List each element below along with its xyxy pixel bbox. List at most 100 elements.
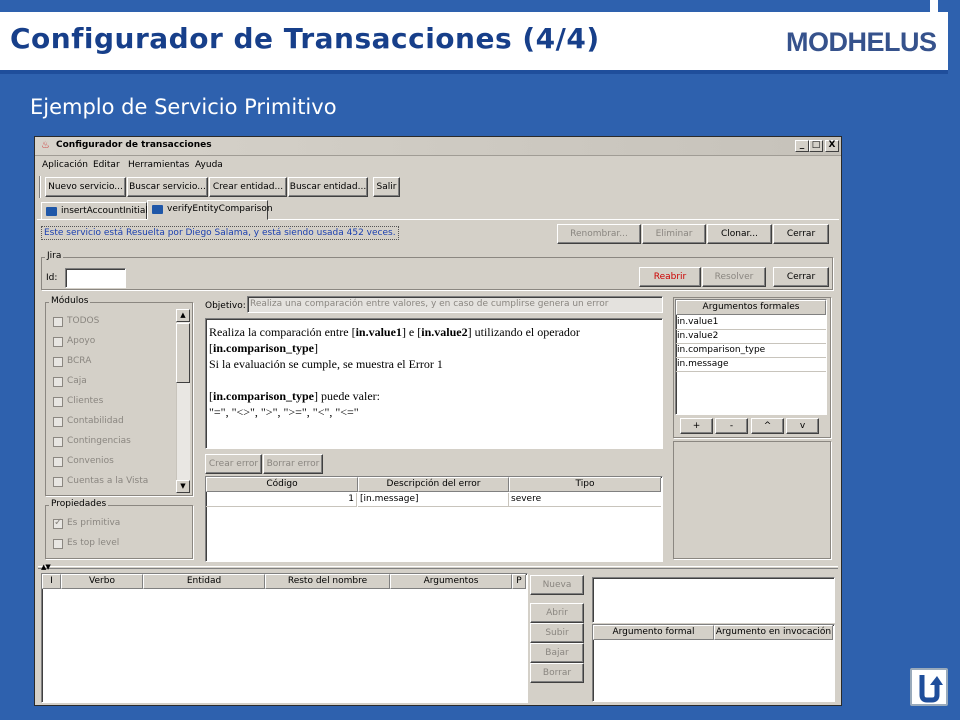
buscar-entidad-button[interactable]: Buscar entidad... [288, 177, 368, 197]
modhelus-logo: MODHELUS [786, 27, 937, 57]
slide-title: Configurador de Transacciones (4/4) [10, 22, 600, 55]
argumento-item[interactable]: in.comparison_type [676, 344, 826, 358]
folder-icon [46, 207, 57, 216]
modulo-label: Convenios [67, 456, 114, 466]
scroll-down-arrow[interactable]: ▼ [176, 480, 190, 493]
jira-id-input[interactable] [65, 268, 126, 288]
crear-error-button[interactable]: Crear error [205, 454, 262, 474]
col-tipo[interactable]: Tipo [509, 477, 661, 492]
argumento-item[interactable]: in.value2 [676, 330, 826, 344]
abrir-step-button[interactable]: Abrir [530, 603, 584, 623]
reabrir-button[interactable]: Reabrir [639, 267, 701, 287]
modulo-checkbox[interactable] [53, 357, 63, 367]
java-icon: ♨ [41, 140, 50, 151]
invocation-text-panel[interactable] [592, 577, 835, 623]
modulos-label: Módulos [49, 296, 91, 306]
modulo-label: BCRA [67, 356, 92, 366]
col-descripcion[interactable]: Descripción del error [358, 477, 509, 492]
app-window: ♨ Configurador de transacciones _ □ X Ap… [34, 136, 842, 706]
modulo-checkbox[interactable] [53, 317, 63, 327]
renombrar-button[interactable]: Renombrar... [557, 224, 641, 244]
modulo-label: Caja [67, 376, 87, 386]
folder-icon [152, 205, 163, 214]
es-top-level-checkbox[interactable] [53, 539, 63, 549]
bajar-step-button[interactable]: Bajar [530, 643, 584, 663]
modulo-label: Contabilidad [67, 416, 124, 426]
borrar-step-button[interactable]: Borrar [530, 663, 584, 683]
remove-arg-button[interactable]: - [715, 418, 748, 434]
splitter[interactable] [38, 566, 838, 569]
argumentos-detail-panel [673, 441, 831, 559]
return-icon [919, 675, 943, 703]
modulos-scrollbar[interactable]: ▲ ▼ [176, 309, 190, 493]
col-p[interactable]: P [512, 574, 526, 589]
nuevo-servicio-button[interactable]: Nuevo servicio... [45, 177, 126, 197]
crear-entidad-button[interactable]: Crear entidad... [209, 177, 287, 197]
buscar-servicio-button[interactable]: Buscar servicio... [127, 177, 208, 197]
window-titlebar: ♨ Configurador de transacciones _ □ X [35, 137, 841, 156]
cerrar-service-button[interactable]: Cerrar [773, 224, 829, 244]
resolver-button[interactable]: Resolver [702, 267, 766, 287]
menu-ayuda[interactable]: Ayuda [195, 160, 223, 170]
menu-editar[interactable]: Editar [93, 160, 120, 170]
modulo-checkbox[interactable] [53, 477, 63, 487]
modulo-label: Apoyo [67, 336, 96, 346]
error-codigo-cell[interactable]: 1 [206, 493, 357, 507]
argumento-item[interactable]: in.message [676, 358, 826, 372]
steps-table [41, 573, 528, 703]
col-argumento-invocacion[interactable]: Argumento en invocación [714, 625, 833, 640]
col-argumento-formal[interactable]: Argumento formal [593, 625, 714, 640]
cerrar-jira-button[interactable]: Cerrar [773, 267, 829, 287]
menu-herramientas[interactable]: Herramientas [128, 160, 189, 170]
objetivo-input[interactable]: Realiza una comparación entre valores, y… [247, 296, 663, 313]
header-strip [0, 70, 948, 74]
es-primitiva-checkbox[interactable] [53, 517, 63, 529]
subir-step-button[interactable]: Subir [530, 623, 584, 643]
modulo-label: Cuentas a la Vista [67, 476, 149, 486]
argumento-item[interactable]: in.value1 [676, 316, 826, 330]
modulo-checkbox[interactable] [53, 397, 63, 407]
eliminar-button[interactable]: Eliminar [642, 224, 706, 244]
minimize-button[interactable]: _ [795, 140, 809, 152]
objetivo-placeholder: Realiza una comparación entre valores, y… [250, 299, 609, 309]
col-i[interactable]: I [42, 574, 61, 589]
argumentos-header[interactable]: Argumentos formales [676, 300, 826, 315]
error-tipo-cell[interactable]: severe [509, 493, 661, 507]
menu-bar: Aplicación Editar Herramientas Ayuda [35, 157, 841, 174]
modulo-checkbox[interactable] [53, 337, 63, 347]
modulo-checkbox[interactable] [53, 457, 63, 467]
splitter-arrows[interactable]: ▲▼ [41, 564, 51, 571]
add-arg-button[interactable]: + [680, 418, 713, 434]
nueva-step-button[interactable]: Nueva [530, 575, 584, 595]
move-arg-up-button[interactable]: ^ [751, 418, 784, 434]
borrar-error-button[interactable]: Borrar error [263, 454, 323, 474]
col-resto-nombre[interactable]: Resto del nombre [265, 574, 390, 589]
tab-label: verifyEntityComparison [167, 204, 273, 214]
return-button[interactable] [910, 668, 948, 706]
modulo-checkbox[interactable] [53, 417, 63, 427]
modulo-checkbox[interactable] [53, 437, 63, 447]
corner-block [948, 12, 960, 74]
es-primitiva-label: Es primitiva [67, 518, 121, 528]
close-button[interactable]: X [825, 140, 839, 152]
es-top-level-label: Es top level [67, 538, 120, 548]
tab-insert-account-initial[interactable]: insertAccountInitial [41, 202, 148, 220]
jira-label: Jira [45, 251, 64, 261]
move-arg-down-button[interactable]: v [786, 418, 819, 434]
description-textarea[interactable]: Realiza la comparación entre [in.value1]… [205, 318, 663, 449]
col-codigo[interactable]: Código [206, 477, 358, 492]
propiedades-group [45, 505, 193, 559]
salir-button[interactable]: Salir [373, 177, 400, 197]
scroll-up-arrow[interactable]: ▲ [176, 309, 190, 322]
maximize-button[interactable]: □ [809, 140, 823, 152]
modulo-checkbox[interactable] [53, 377, 63, 387]
tab-verify-entity-comparison[interactable]: verifyEntityComparison [147, 200, 273, 220]
col-argumentos[interactable]: Argumentos [390, 574, 512, 589]
description-text: Realiza la comparación entre [in.value1]… [209, 325, 580, 419]
col-verbo[interactable]: Verbo [61, 574, 143, 589]
error-descripcion-cell[interactable]: [in.message] [358, 493, 509, 507]
scroll-thumb[interactable] [176, 323, 190, 383]
menu-aplicacion[interactable]: Aplicación [42, 160, 88, 170]
col-entidad[interactable]: Entidad [143, 574, 265, 589]
clonar-button[interactable]: Clonar... [707, 224, 772, 244]
